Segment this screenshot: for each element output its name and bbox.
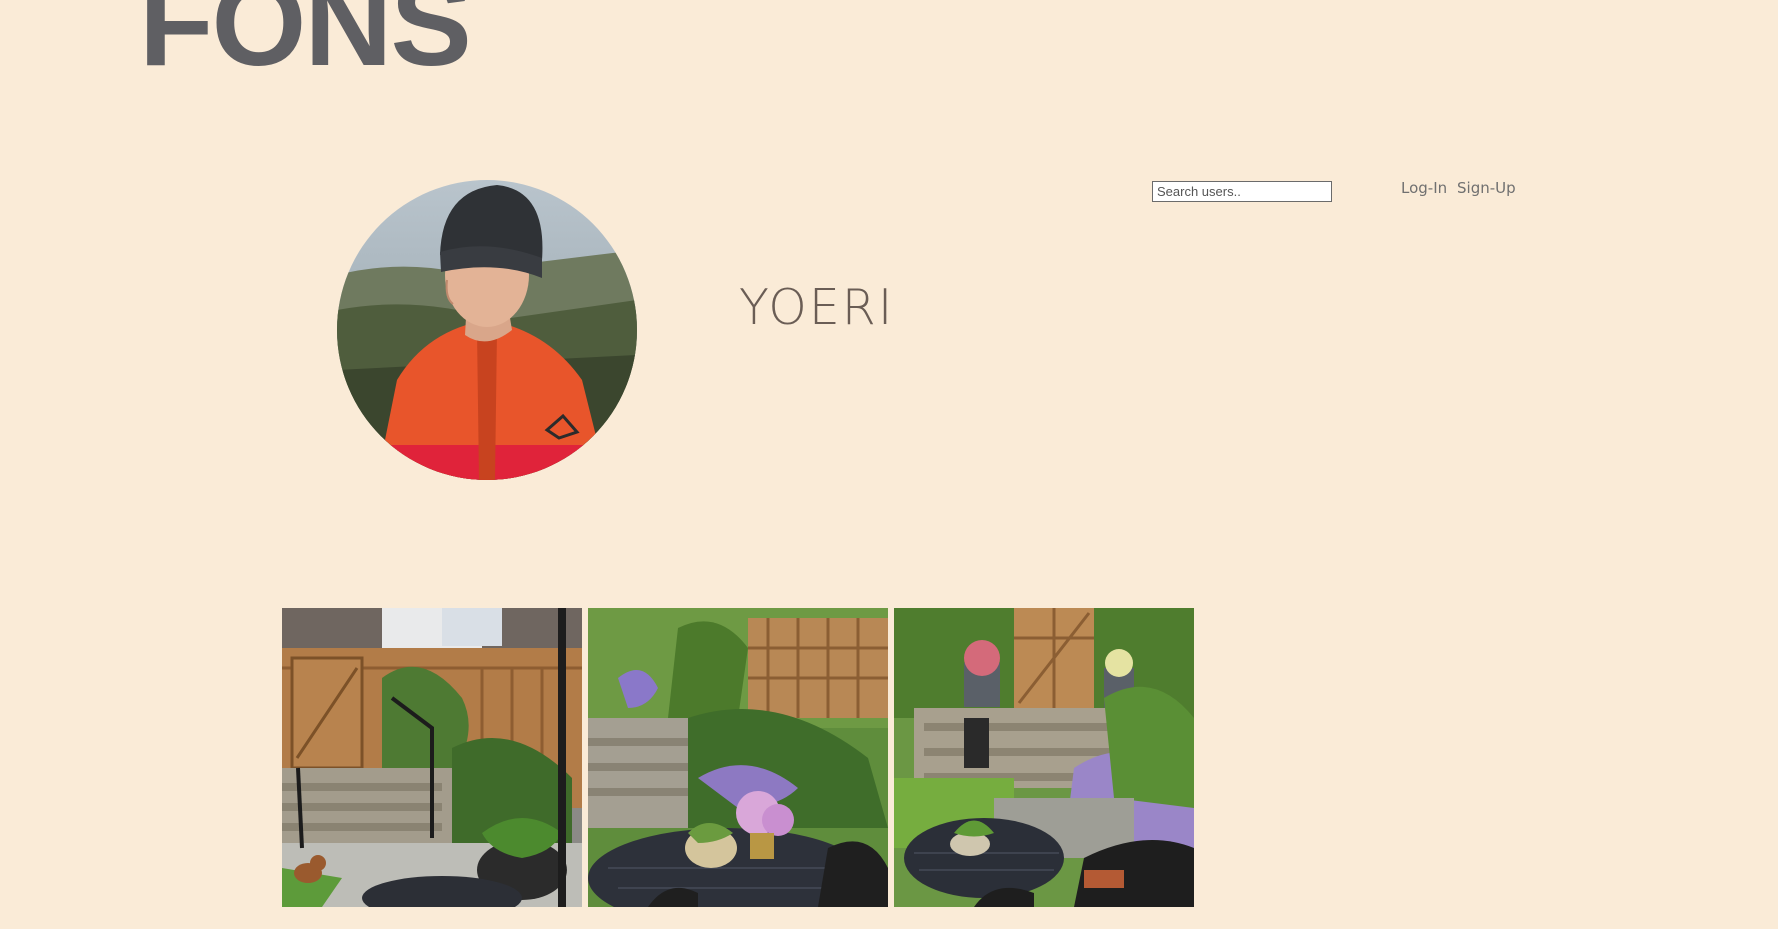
signup-link[interactable]: Sign-Up [1457,179,1516,197]
login-link[interactable]: Log-In [1401,179,1447,197]
garden-photo-image [894,608,1194,907]
profile-page: FONS Log-In Sign-Up [0,0,1778,929]
gallery-photo[interactable] [894,608,1194,907]
garden-photo-image [282,608,582,907]
gallery-photo[interactable] [282,608,582,907]
gallery-photo[interactable] [588,608,888,907]
garden-photo-image [588,608,888,907]
site-logo[interactable]: FONS [139,0,472,84]
profile-avatar [337,180,637,480]
search-users-input[interactable] [1152,181,1332,202]
avatar-photo [337,180,637,480]
profile-username: YOERI [739,279,895,336]
photo-gallery [282,608,1194,907]
